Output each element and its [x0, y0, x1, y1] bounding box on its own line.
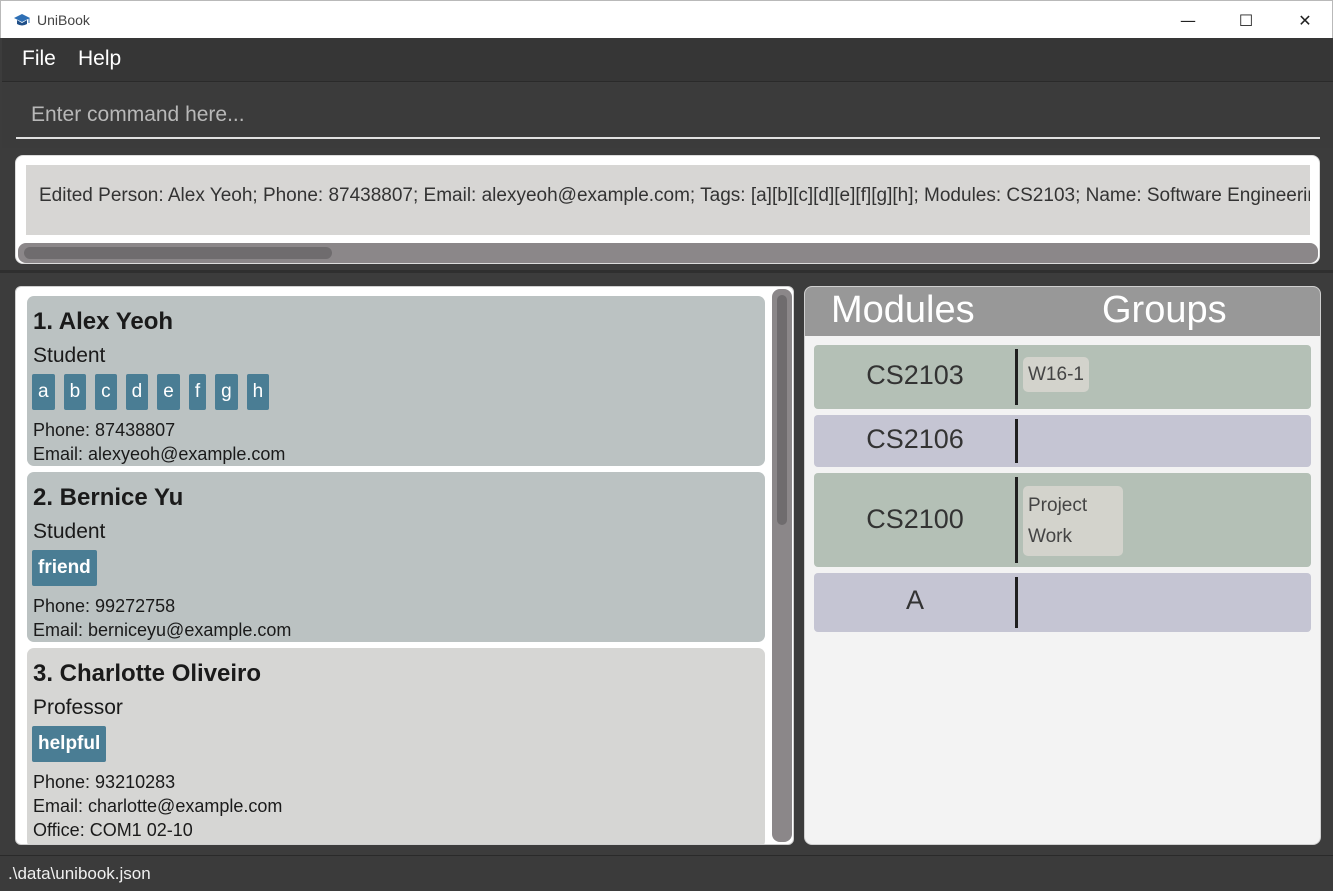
- person-name: 2. Bernice Yu: [33, 484, 184, 511]
- panel-divider[interactable]: [0, 270, 1333, 273]
- module-separator: [1015, 349, 1018, 405]
- person-email: Email: berniceyu@example.com: [33, 620, 292, 640]
- person-card[interactable]: 2. Bernice Yu Student friend Phone: 9927…: [27, 472, 765, 642]
- result-display: Edited Person: Alex Yeoh; Phone: 8743880…: [15, 155, 1320, 264]
- module-separator: [1015, 577, 1018, 628]
- menu-help[interactable]: Help: [78, 47, 121, 71]
- status-bar: .\data\unibook.json: [0, 855, 1333, 891]
- person-email: Email: charlotte@example.com: [33, 796, 283, 816]
- result-text-area[interactable]: Edited Person: Alex Yeoh; Phone: 8743880…: [26, 165, 1310, 235]
- tag: f: [188, 374, 207, 410]
- result-text: Edited Person: Alex Yeoh; Phone: 8743880…: [39, 185, 1310, 206]
- tag-list: a b c d e f g h: [32, 374, 270, 410]
- horizontal-scrollbar[interactable]: [18, 243, 1318, 263]
- module-row[interactable]: A: [814, 573, 1311, 632]
- module-code: CS2103: [866, 360, 964, 390]
- person-name: 3. Charlotte Oliveiro: [33, 660, 262, 687]
- module-row[interactable]: CS2100 Project Work: [814, 473, 1311, 567]
- tag: friend: [32, 550, 97, 586]
- person-card[interactable]: 1. Alex Yeoh Student a b c d e f g h Pho…: [27, 296, 765, 466]
- save-location: .\data\unibook.json: [8, 864, 151, 883]
- module-code: CS2100: [866, 504, 964, 534]
- person-name: 1. Alex Yeoh: [33, 308, 174, 335]
- module-list: Modules Groups CS2103 W16-1 CS2106 CS210…: [804, 286, 1321, 845]
- maximize-icon: ☐: [1238, 10, 1254, 30]
- tag: a: [32, 374, 55, 410]
- person-phone: Phone: 99272758: [33, 596, 176, 616]
- minimize-button[interactable]: —: [1159, 1, 1217, 39]
- tag: d: [125, 374, 149, 410]
- modules-heading: Modules: [831, 289, 975, 331]
- person-role: Student: [33, 344, 106, 367]
- tag: g: [215, 374, 238, 410]
- group-tag[interactable]: W16-1: [1023, 357, 1089, 392]
- tag: h: [246, 374, 270, 410]
- command-box: [2, 83, 1333, 148]
- person-office: Office: COM1 02-10: [33, 820, 193, 840]
- tag: c: [95, 374, 117, 410]
- minimize-icon: —: [1180, 10, 1196, 30]
- command-input[interactable]: [16, 93, 1320, 139]
- window-title: UniBook: [37, 12, 90, 28]
- menu-file[interactable]: File: [22, 47, 56, 71]
- title-bar: UniBook — ☐ ✕: [0, 0, 1333, 38]
- person-email: Email: alexyeoh@example.com: [33, 444, 286, 464]
- module-row[interactable]: CS2106: [814, 415, 1311, 467]
- tag-list: friend: [32, 550, 97, 586]
- person-card[interactable]: 3. Charlotte Oliveiro Professor helpful …: [27, 648, 765, 844]
- module-list-header: Modules Groups: [805, 287, 1320, 336]
- vertical-scrollbar[interactable]: [772, 289, 792, 842]
- maximize-button[interactable]: ☐: [1217, 1, 1275, 39]
- scrollbar-thumb[interactable]: [24, 247, 332, 259]
- close-icon: ✕: [1298, 10, 1312, 30]
- tag: b: [63, 374, 87, 410]
- graduation-cap-icon: [14, 14, 30, 26]
- tag-list: helpful: [32, 726, 107, 762]
- group-tag[interactable]: Project Work: [1023, 486, 1123, 556]
- module-separator: [1015, 477, 1018, 563]
- tag: e: [157, 374, 180, 410]
- person-list: 1. Alex Yeoh Student a b c d e f g h Pho…: [15, 286, 794, 845]
- scrollbar-thumb[interactable]: [777, 295, 787, 525]
- close-button[interactable]: ✕: [1276, 1, 1333, 39]
- person-role: Student: [33, 520, 106, 543]
- module-code: A: [905, 585, 924, 615]
- module-separator: [1015, 419, 1018, 463]
- person-phone: Phone: 87438807: [33, 420, 176, 440]
- tag: helpful: [32, 726, 107, 762]
- person-phone: Phone: 93210283: [33, 772, 176, 792]
- module-code: CS2106: [866, 424, 964, 454]
- menu-bar: File Help: [2, 38, 1333, 82]
- module-row[interactable]: CS2103 W16-1: [814, 345, 1311, 409]
- person-role: Professor: [33, 696, 123, 719]
- groups-heading: Groups: [1102, 289, 1227, 331]
